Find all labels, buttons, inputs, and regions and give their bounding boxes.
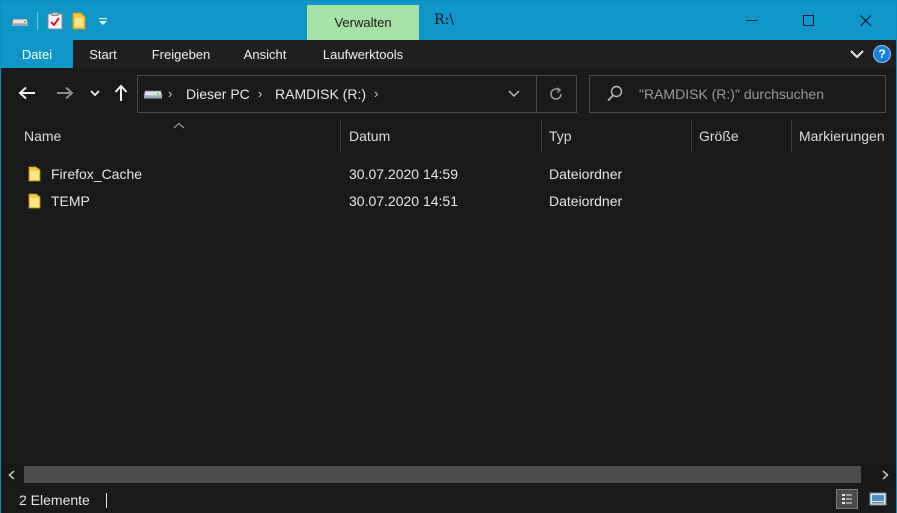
details-view-icon [842, 494, 852, 504]
tab-start[interactable]: Start [74, 40, 132, 68]
column-divider[interactable] [791, 120, 792, 152]
status-bar: 2 Elemente [1, 485, 896, 513]
arrow-up-icon [114, 84, 128, 101]
file-date: 30.07.2020 14:59 [349, 166, 458, 182]
back-button[interactable] [15, 81, 39, 105]
maximize-button[interactable] [781, 1, 837, 40]
refresh-icon [550, 87, 562, 100]
tab-ansicht[interactable]: Ansicht [231, 40, 299, 68]
arrow-left-icon [18, 86, 35, 100]
breadcrumb-dieser-pc[interactable]: Dieser PC [186, 86, 250, 102]
quick-access-toolbar [9, 9, 116, 33]
column-date[interactable]: Datum [343, 120, 541, 152]
new-folder-icon[interactable] [68, 10, 90, 32]
file-type: Dateiordner [549, 193, 623, 209]
file-name: TEMP [51, 193, 90, 209]
chevron-down-icon [90, 89, 100, 96]
drive-icon[interactable] [9, 10, 31, 32]
address-bar[interactable]: › Dieser PC › RAMDISK (R:) › [137, 75, 577, 113]
chevron-down-icon [508, 90, 520, 98]
expand-ribbon-button[interactable] [848, 45, 866, 63]
column-name[interactable]: Name [18, 120, 340, 152]
file-date: 30.07.2020 14:51 [349, 193, 458, 209]
search-input[interactable]: "RAMDISK (R:)" durchsuchen [639, 86, 824, 102]
chevron-down-icon [850, 49, 864, 58]
chevron-left-icon [8, 469, 15, 480]
window-title: R:\ [434, 12, 454, 28]
address-history-button[interactable] [502, 84, 526, 104]
recent-locations-button[interactable] [87, 81, 103, 105]
file-row-temp[interactable]: TEMP 30.07.2020 14:51 Dateiordner [21, 188, 881, 214]
column-size[interactable]: Größe [693, 120, 791, 152]
column-divider[interactable] [691, 120, 692, 152]
up-button[interactable] [110, 81, 132, 105]
forward-button[interactable] [53, 81, 77, 105]
scroll-right-button[interactable] [875, 464, 896, 485]
tab-freigeben[interactable]: Freigeben [136, 40, 226, 68]
breadcrumb-ramdisk[interactable]: RAMDISK (R:) [275, 86, 366, 102]
minimize-button[interactable] [724, 1, 780, 40]
file-name: Firefox_Cache [51, 166, 143, 182]
close-button[interactable] [838, 1, 894, 40]
large-icons-view-icon [869, 492, 887, 506]
toolbar-separator [37, 12, 38, 30]
chevron-right-icon [882, 469, 889, 480]
close-icon [860, 14, 872, 26]
search-box[interactable]: "RAMDISK (R:)" durchsuchen [589, 75, 886, 113]
ribbon-tabs: Datei Start Freigeben Ansicht Laufwerkto… [1, 40, 896, 68]
drive-icon [143, 87, 163, 105]
folder-icon [28, 166, 41, 187]
item-count: 2 Elemente [19, 492, 90, 508]
file-type: Dateiordner [549, 166, 623, 182]
customize-toolbar-icon[interactable] [92, 10, 114, 32]
column-header-row: Name Datum Typ Größe Markierungen [1, 120, 896, 152]
scroll-left-button[interactable] [1, 464, 22, 485]
column-tags[interactable]: Markierungen [793, 120, 896, 152]
column-divider[interactable] [541, 120, 542, 152]
breadcrumb-chevron-icon[interactable]: › [374, 86, 378, 101]
breadcrumb-chevron-icon[interactable]: › [258, 86, 262, 101]
status-divider [106, 493, 107, 508]
horizontal-scrollbar[interactable] [1, 464, 896, 485]
tab-laufwerktools[interactable]: Laufwerktools [307, 40, 419, 68]
tab-datei[interactable]: Datei [1, 40, 73, 68]
properties-icon[interactable] [44, 10, 66, 32]
title-bar[interactable]: Verwalten R:\ [1, 1, 896, 40]
scrollbar-thumb[interactable] [24, 466, 861, 483]
search-icon [607, 85, 623, 107]
arrow-right-icon [57, 86, 74, 100]
explorer-window: Verwalten R:\ Datei Start Freigeben Ansi… [0, 0, 897, 513]
refresh-button[interactable] [544, 83, 568, 105]
folder-icon [28, 193, 41, 214]
address-divider [536, 76, 537, 112]
column-type[interactable]: Typ [543, 120, 691, 152]
breadcrumb-chevron-icon[interactable]: › [168, 86, 172, 101]
large-icons-view-button[interactable] [867, 489, 889, 509]
context-tab-manage[interactable]: Verwalten [307, 5, 419, 40]
file-row-firefox-cache[interactable]: Firefox_Cache 30.07.2020 14:59 Dateiordn… [21, 161, 881, 187]
navigation-bar: › Dieser PC › RAMDISK (R:) › "RAMDISK (R… [1, 68, 896, 120]
details-view-button[interactable] [836, 489, 858, 509]
help-button[interactable]: ? [873, 45, 891, 63]
column-divider[interactable] [340, 120, 341, 152]
